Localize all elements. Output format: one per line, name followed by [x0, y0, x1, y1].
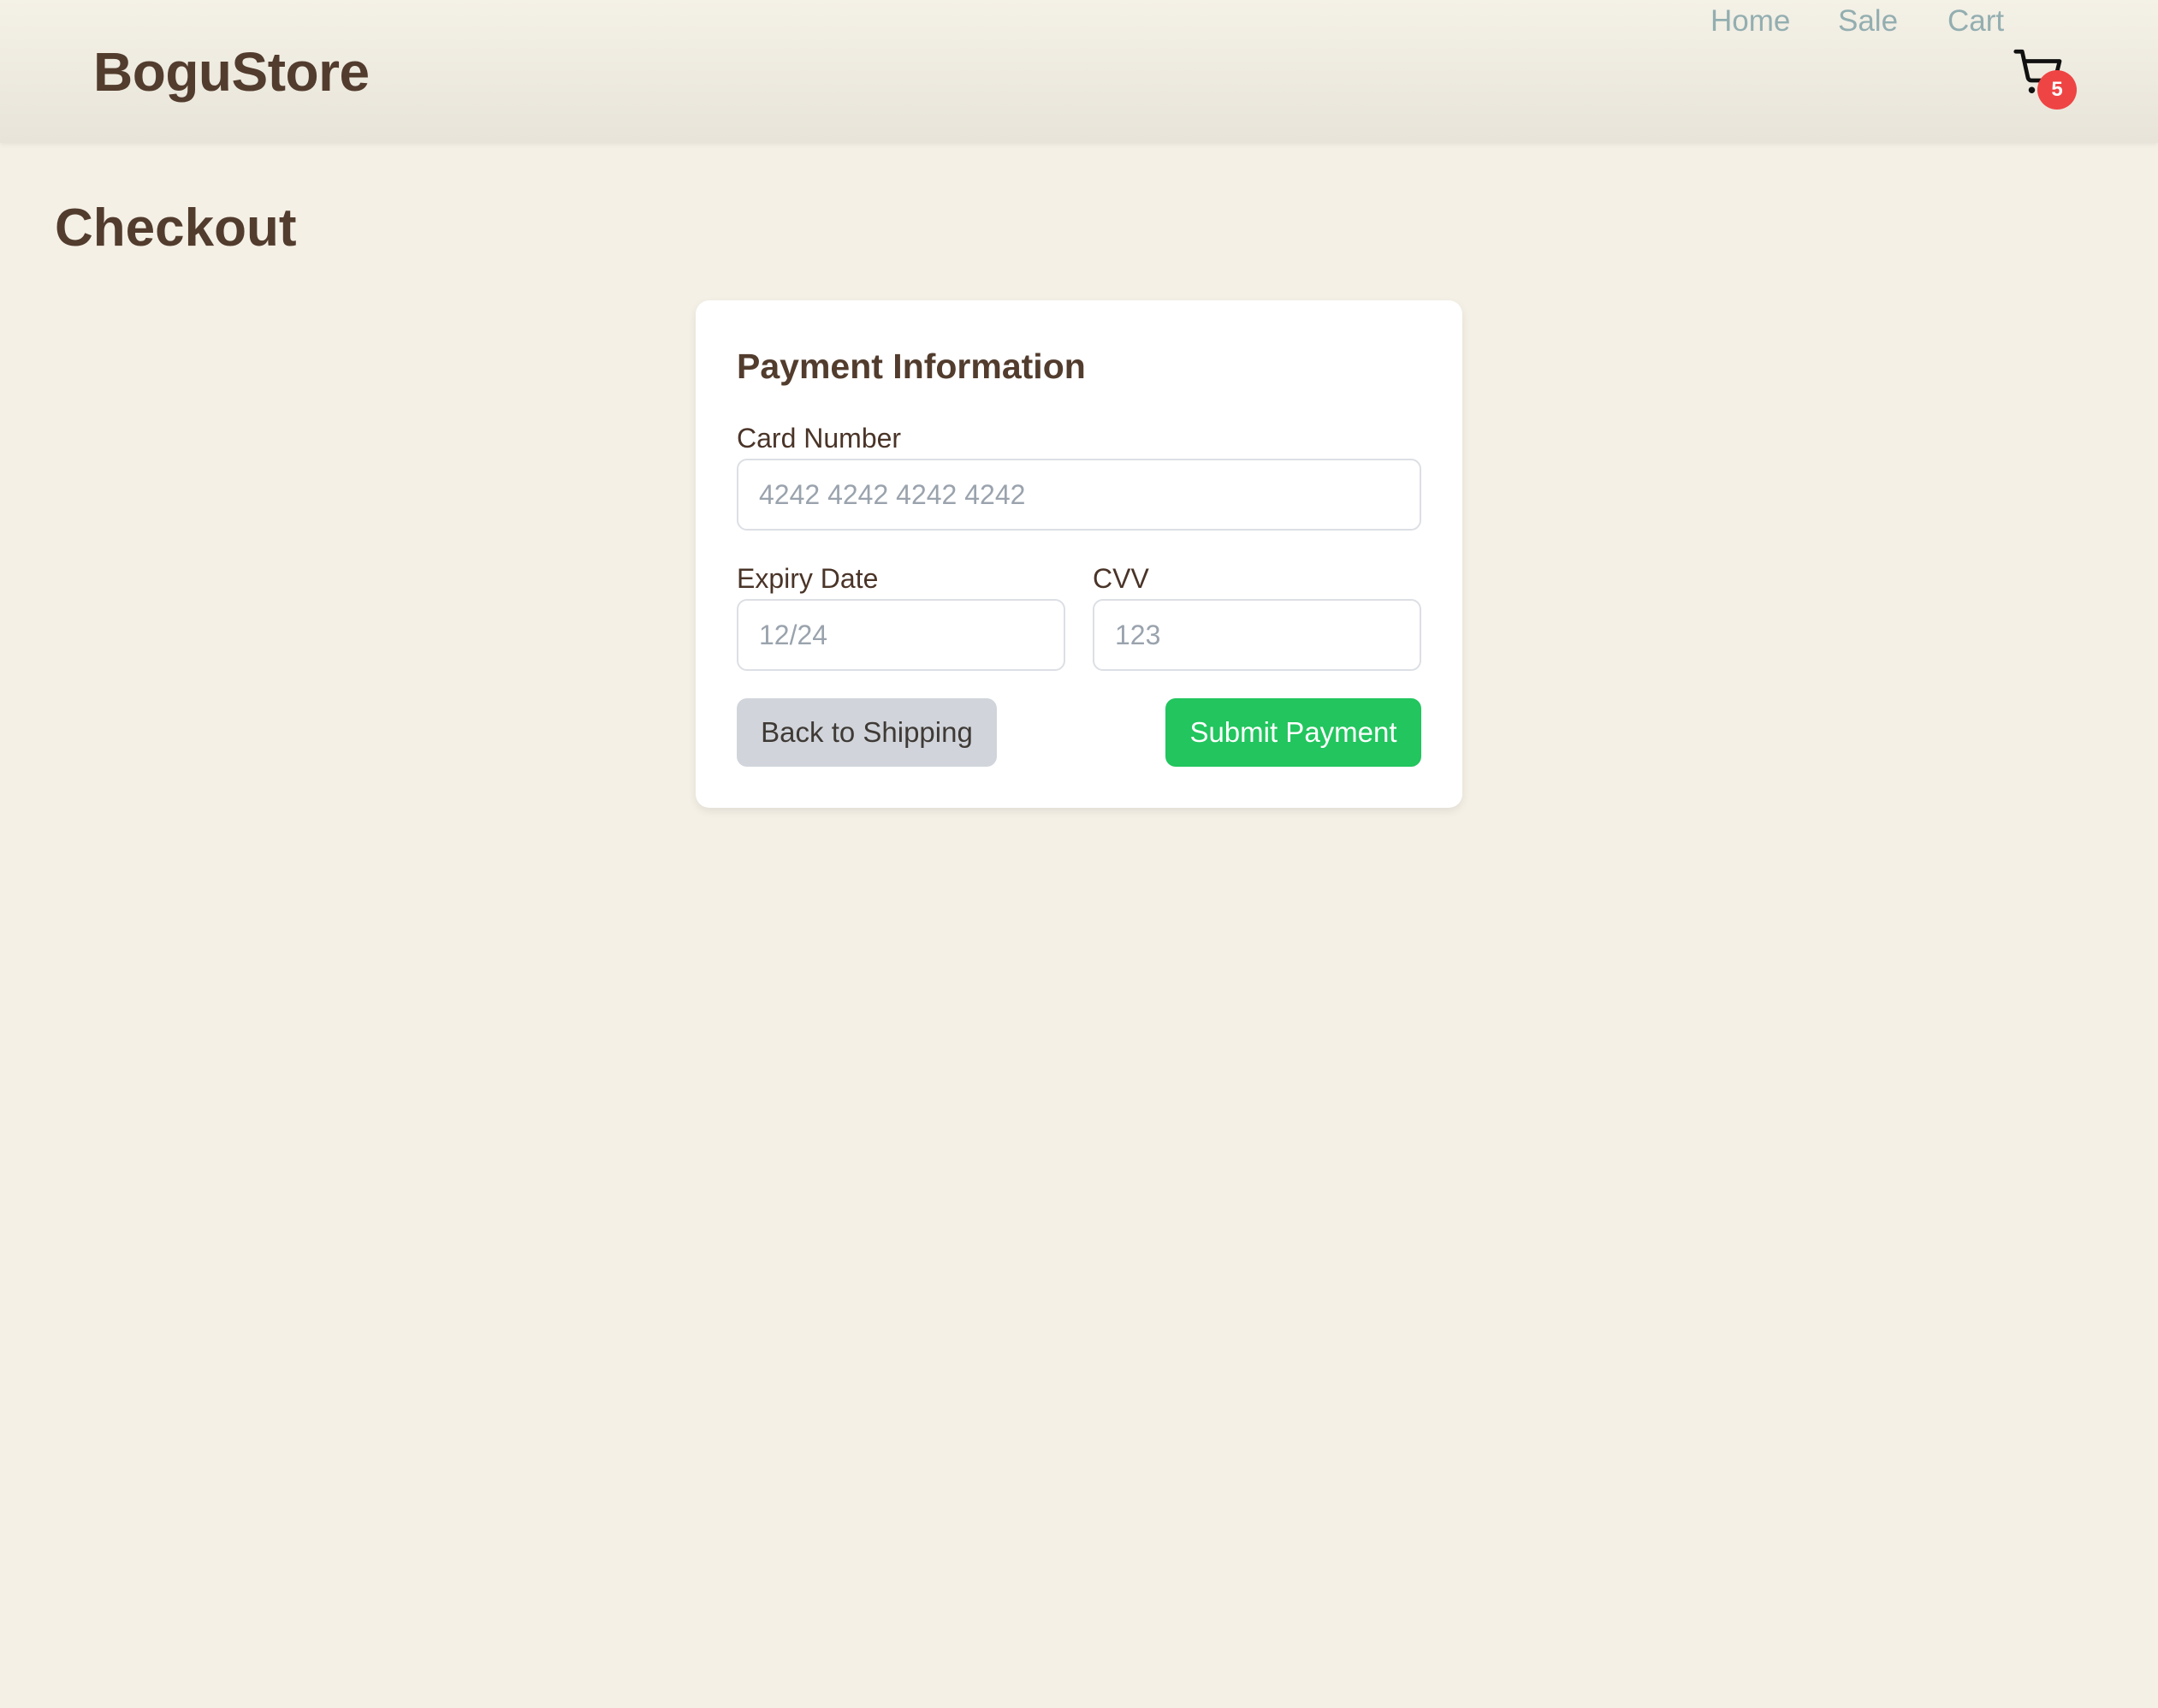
nav-link-cart[interactable]: Cart — [1948, 0, 2004, 43]
nav-link-home[interactable]: Home — [1710, 0, 1790, 43]
back-to-shipping-button[interactable]: Back to Shipping — [737, 698, 997, 767]
site-header: BoguStore Home Sale Cart 5 — [0, 0, 2158, 143]
cvv-label: CVV — [1093, 563, 1149, 594]
nav-link-sale[interactable]: Sale — [1838, 0, 1898, 43]
cart-count-badge: 5 — [2037, 70, 2077, 110]
card-number-input[interactable] — [737, 459, 1421, 531]
cvv-input[interactable] — [1093, 599, 1421, 671]
submit-payment-button[interactable]: Submit Payment — [1165, 698, 1421, 767]
page-title: Checkout — [55, 199, 297, 258]
brand-logo[interactable]: BoguStore — [93, 39, 370, 104]
cart-button[interactable]: 5 — [2013, 46, 2079, 113]
expiry-date-label: Expiry Date — [737, 563, 879, 594]
card-number-label: Card Number — [737, 423, 902, 454]
payment-card: Payment Information Card Number Expiry D… — [696, 300, 1462, 808]
payment-section-title: Payment Information — [737, 347, 1086, 386]
expiry-date-input[interactable] — [737, 599, 1065, 671]
